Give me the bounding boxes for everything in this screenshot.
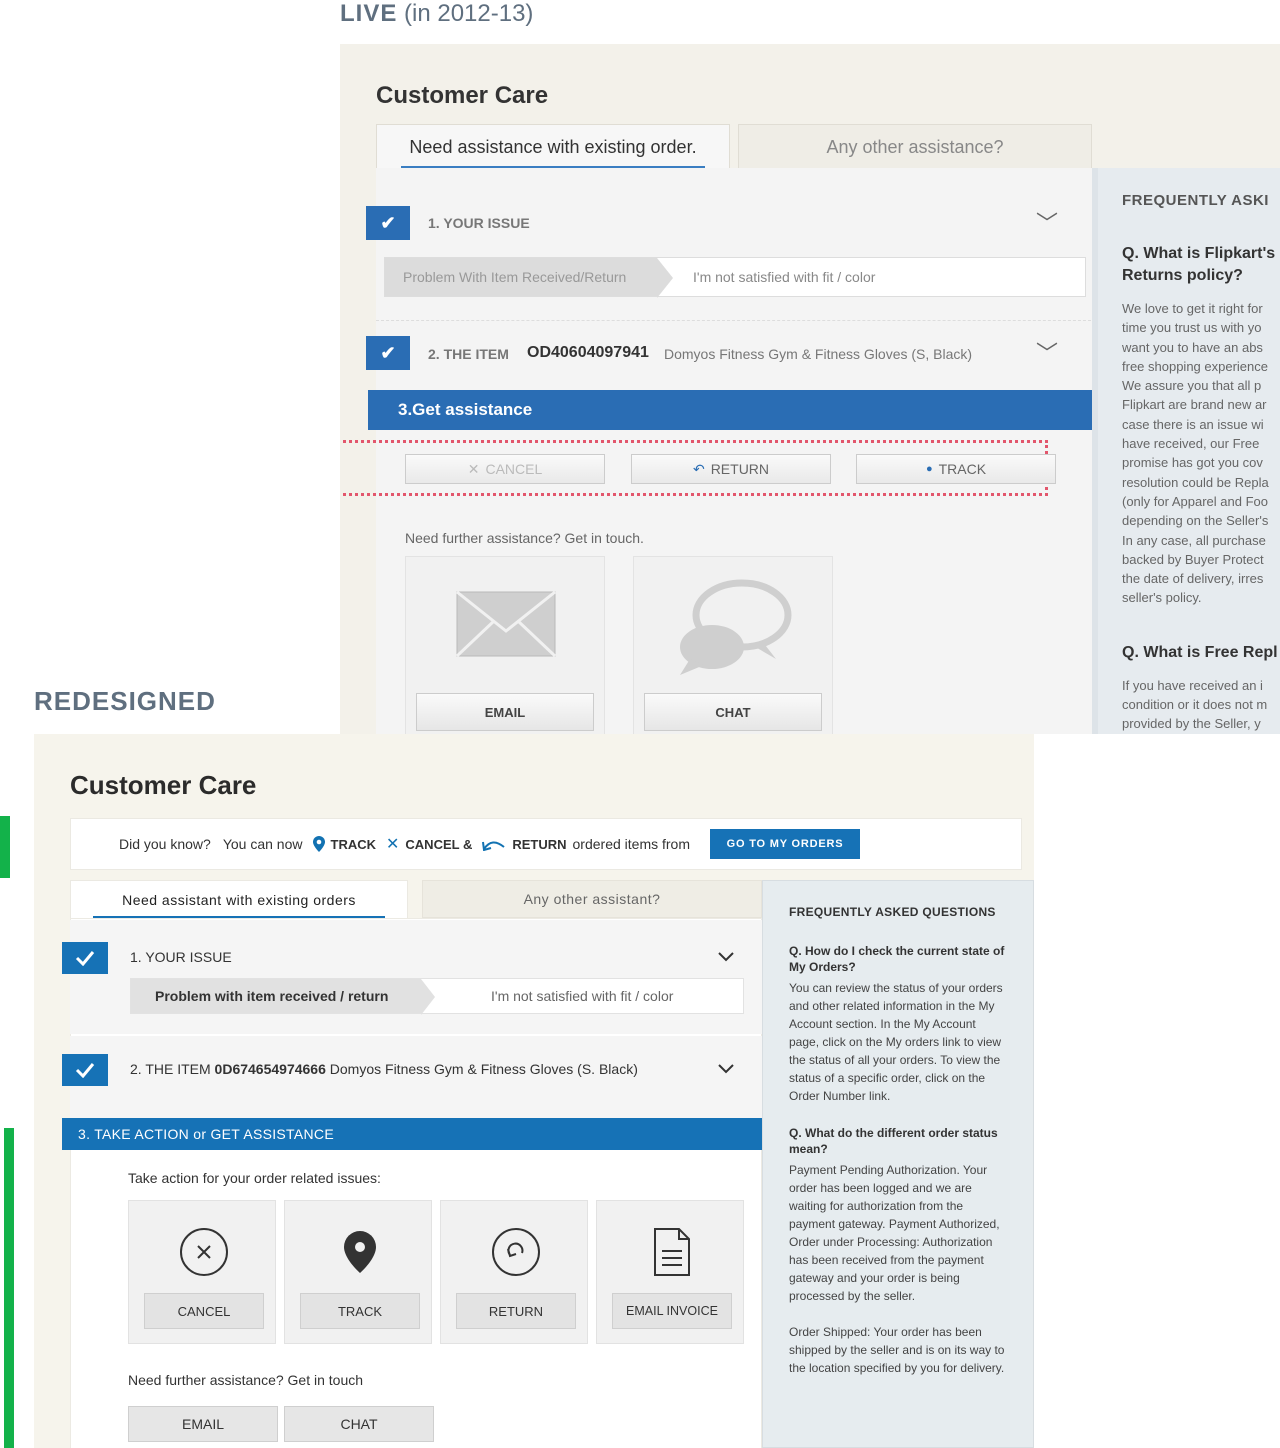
chevron-down-icon[interactable] xyxy=(718,946,734,967)
issue-detail: I'm not satisfied with fit / color xyxy=(491,988,674,1004)
chevron-down-icon[interactable]: ﹀ xyxy=(1036,336,1058,368)
chevron-down-icon[interactable] xyxy=(718,1058,734,1079)
banner-text-end: ordered items from xyxy=(572,836,690,852)
track-button[interactable]: ● TRACK xyxy=(856,454,1056,484)
email-button[interactable]: EMAIL xyxy=(128,1406,278,1442)
item-name: Domyos Fitness Gym & Fitness Gloves (S, … xyxy=(664,346,973,362)
close-icon: ✕ xyxy=(467,460,480,477)
issue-category: Problem with item received / return xyxy=(131,979,435,1015)
go-to-my-orders-button[interactable]: GO TO MY ORDERS xyxy=(710,829,860,859)
faq-answer: You can review the status of your orders… xyxy=(789,981,1003,1103)
faq-heading: FREQUENTLY ASKI xyxy=(1122,192,1269,209)
faq-answer: Order Shipped: Your order has been shipp… xyxy=(789,1325,1005,1375)
banner-text: You can now xyxy=(222,836,303,852)
return-icon xyxy=(482,841,505,851)
order-id: 0D674654974666 xyxy=(214,1061,326,1077)
redesigned-screenshot: Customer Care Did you know? You can now … xyxy=(34,734,1034,1448)
location-pin-icon: ● xyxy=(925,463,933,475)
chevron-down-icon[interactable]: ﹀ xyxy=(1036,206,1058,238)
faq-panel: FREQUENTLY ASKI Q. What is Flipkart's Ret… xyxy=(1092,168,1280,734)
return-circle-icon xyxy=(492,1228,540,1276)
location-pin-icon xyxy=(312,836,325,852)
close-icon: ✕ xyxy=(386,836,400,853)
faq-question: Q. What do the different order status me… xyxy=(789,1126,998,1156)
chat-bubbles-icon xyxy=(680,579,792,675)
order-id: OD40604097941 xyxy=(527,344,649,361)
faq-panel: FREQUENTLY ASKED QUESTIONS Q. How do I c… xyxy=(762,880,1034,1448)
take-action-text: Take action for your order related issue… xyxy=(128,1170,381,1186)
return-card: RETURN xyxy=(440,1200,588,1344)
issue-breadcrumb[interactable]: Problem with item received / return I'm … xyxy=(130,978,744,1015)
check-icon xyxy=(62,1054,108,1086)
email-card: EMAIL xyxy=(405,556,605,734)
faq-answer: Payment Pending Authorization. Your orde… xyxy=(789,1163,1000,1303)
banner-prefix: Did you know? xyxy=(119,836,211,852)
check-icon xyxy=(62,942,108,974)
location-pin-icon xyxy=(344,1231,376,1273)
live-screenshot: Customer Care Need assistance with exist… xyxy=(340,44,1280,734)
item-name: Domyos Fitness Gym & Fitness Gloves (S. … xyxy=(329,1061,638,1077)
faq-question: Q. How do I check the current state of M… xyxy=(789,944,1005,974)
banner-cancel: CANCEL & xyxy=(405,836,473,852)
need-help-text: Need further assistance? Get in touch xyxy=(128,1372,364,1388)
banner-return: RETURN xyxy=(512,836,567,852)
change-marker xyxy=(0,816,10,878)
faq-answer: We love to get it right for time you trus… xyxy=(1122,301,1269,606)
step-item-row xyxy=(70,1036,762,1118)
email-button[interactable]: EMAIL xyxy=(416,693,594,731)
track-button[interactable]: TRACK xyxy=(300,1293,420,1329)
redesigned-caption: REDESIGNED xyxy=(34,686,216,716)
cancel-circle-icon xyxy=(180,1228,228,1276)
cancel-card: CANCEL xyxy=(128,1200,276,1344)
tab-other-assistant[interactable]: Any other assistant? xyxy=(422,880,762,918)
did-you-know-banner: Did you know? You can now TRACK ✕ CANCEL… xyxy=(70,818,1022,870)
live-caption: LIVE (in 2012-13) xyxy=(340,0,534,27)
email-invoice-card: EMAIL INVOICE xyxy=(596,1200,744,1344)
faq-answer: If you have received an i condition or it… xyxy=(1122,677,1268,731)
chat-card: CHAT xyxy=(633,556,833,734)
chat-button[interactable]: CHAT xyxy=(284,1406,434,1442)
tab-existing-orders[interactable]: Need assistant with existing orders xyxy=(70,880,408,918)
envelope-icon xyxy=(456,591,556,657)
issue-detail: I'm not satisfied with fit / color xyxy=(693,269,876,285)
need-help-text: Need further assistance? Get in touch. xyxy=(405,530,644,546)
step-the-item: 2. THE ITEM 0D674654974666 Domyos Fitnes… xyxy=(130,1061,638,1077)
step-the-item: 2. THE ITEM xyxy=(428,346,509,362)
banner-track: TRACK xyxy=(330,836,377,852)
faq-heading: FREQUENTLY ASKED QUESTIONS xyxy=(789,905,996,919)
return-icon: ↶ xyxy=(692,460,705,477)
check-icon: ✔ xyxy=(366,206,410,240)
faq-question: Q. What is Free Repl xyxy=(1122,643,1278,661)
page-title: Customer Care xyxy=(70,770,257,800)
email-invoice-button[interactable]: EMAIL INVOICE xyxy=(612,1293,732,1329)
chat-button[interactable]: CHAT xyxy=(644,693,822,731)
divider xyxy=(376,320,1096,321)
step-your-issue: 1. YOUR ISSUE xyxy=(428,215,530,231)
issue-breadcrumb[interactable]: Problem With Item Received/Return I'm no… xyxy=(384,257,1086,298)
page-title: Customer Care xyxy=(376,82,549,109)
check-icon: ✔ xyxy=(366,336,410,370)
return-button[interactable]: RETURN xyxy=(456,1293,576,1329)
cancel-button[interactable]: ✕ CANCEL xyxy=(405,454,605,484)
return-button[interactable]: ↶ RETURN xyxy=(631,454,831,484)
take-action-bar: 3. TAKE ACTION or GET ASSISTANCE xyxy=(62,1118,768,1150)
tab-existing-order[interactable]: Need assistance with existing order. xyxy=(376,124,730,170)
faq-question: Q. What is Flipkart's Returns policy? xyxy=(1122,245,1276,284)
cancel-button[interactable]: CANCEL xyxy=(144,1293,264,1329)
document-icon xyxy=(654,1228,690,1276)
step-issue-row xyxy=(70,920,762,1034)
track-card: TRACK xyxy=(284,1200,432,1344)
tab-other-assistance[interactable]: Any other assistance? xyxy=(738,124,1092,170)
change-marker xyxy=(4,1128,14,1448)
issue-category: Problem With Item Received/Return xyxy=(385,258,673,298)
get-assistance-bar: 3.Get assistance xyxy=(368,390,1100,430)
step-your-issue: 1. YOUR ISSUE xyxy=(130,949,232,965)
